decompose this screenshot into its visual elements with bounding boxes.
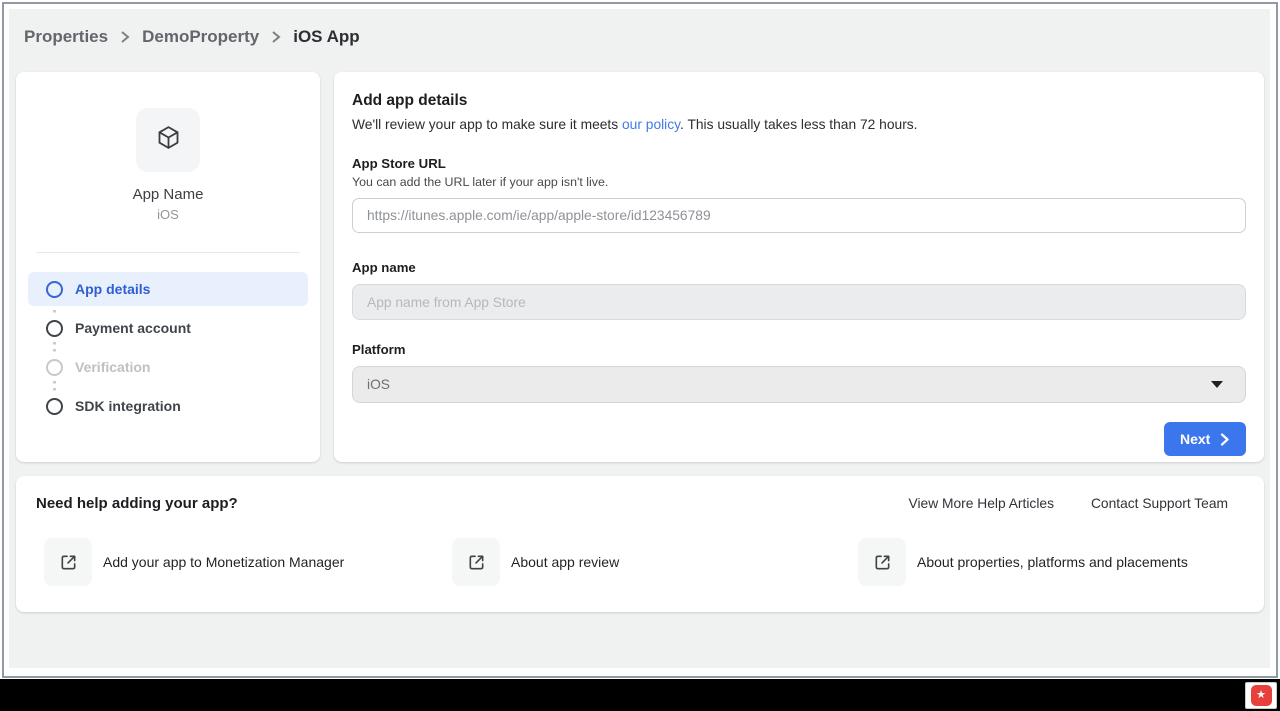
- platform-select-value: iOS: [367, 377, 390, 392]
- help-section: Need help adding your app? View More Hel…: [16, 476, 1264, 612]
- app-name-label: App name: [352, 260, 1246, 275]
- contact-support-team-link[interactable]: Contact Support Team: [1091, 496, 1228, 511]
- external-link-icon: [44, 538, 92, 586]
- setup-steps-nav: App details Payment account Verification…: [28, 272, 308, 423]
- help-article-label: Add your app to Monetization Manager: [103, 554, 344, 570]
- help-article-label: About properties, platforms and placemen…: [917, 554, 1188, 570]
- breadcrumb-item-current: iOS App: [293, 27, 359, 47]
- help-article-app-review[interactable]: About app review: [452, 538, 619, 586]
- step-radio-icon: [46, 281, 63, 298]
- step-label: SDK integration: [75, 398, 181, 414]
- step-radio-icon: [46, 359, 63, 376]
- step-radio-icon: [46, 398, 63, 415]
- chevron-right-icon: [270, 30, 282, 44]
- step-radio-icon: [46, 320, 63, 337]
- app-background: Properties DemoProperty iOS App: [9, 9, 1270, 668]
- app-name-text: App Name: [16, 186, 320, 203]
- caret-down-icon: [1211, 381, 1223, 388]
- step-payment-account[interactable]: Payment account: [28, 311, 308, 345]
- add-app-details-panel: Add app details We'll review your app to…: [334, 72, 1264, 462]
- help-article-label: About app review: [511, 554, 619, 570]
- app-summary-card: App Name iOS App details Payment account…: [16, 72, 320, 462]
- breadcrumb-item-properties[interactable]: Properties: [24, 27, 108, 47]
- app-store-url-helper: You can add the URL later if your app is…: [352, 175, 1246, 189]
- step-sdk-integration[interactable]: SDK integration: [28, 389, 308, 423]
- app-icon-placeholder: [136, 108, 200, 172]
- divider: [36, 252, 300, 253]
- external-link-icon: [858, 538, 906, 586]
- help-links: View More Help Articles Contact Support …: [909, 496, 1228, 511]
- review-notice-text: . This usually takes less than 72 hours.: [680, 117, 917, 132]
- app-platform-text: iOS: [16, 207, 320, 222]
- review-notice: We'll review your app to make sure it me…: [352, 117, 1246, 132]
- app-name-input: [352, 284, 1246, 320]
- chevron-right-icon: [1218, 433, 1231, 446]
- view-more-help-articles-link[interactable]: View More Help Articles: [909, 496, 1054, 511]
- step-verification: Verification: [28, 350, 308, 384]
- step-app-details[interactable]: App details: [28, 272, 308, 306]
- breadcrumb: Properties DemoProperty iOS App: [24, 27, 360, 47]
- app-store-url-input[interactable]: [352, 198, 1246, 233]
- step-label: App details: [75, 281, 150, 297]
- bottom-bar: ★: [0, 679, 1280, 711]
- our-policy-link[interactable]: our policy: [622, 117, 680, 132]
- form-actions: Next: [352, 422, 1246, 456]
- platform-label: Platform: [352, 342, 1246, 357]
- panel-title: Add app details: [352, 92, 1246, 110]
- star-icon: ★: [1251, 685, 1272, 706]
- browser-window: Properties DemoProperty iOS App: [2, 2, 1278, 678]
- cube-icon: [155, 124, 182, 156]
- platform-select[interactable]: iOS: [352, 366, 1246, 403]
- app-store-url-label: App Store URL: [352, 156, 1246, 171]
- extension-badge[interactable]: ★: [1245, 682, 1277, 709]
- help-header: Need help adding your app? View More Hel…: [16, 476, 1264, 512]
- chevron-right-icon: [119, 30, 131, 44]
- next-button-label: Next: [1180, 431, 1210, 447]
- step-label: Payment account: [75, 320, 191, 336]
- help-title: Need help adding your app?: [36, 495, 238, 512]
- help-article-properties-platforms[interactable]: About properties, platforms and placemen…: [858, 538, 1188, 586]
- step-label: Verification: [75, 359, 150, 375]
- external-link-icon: [452, 538, 500, 586]
- next-button[interactable]: Next: [1164, 422, 1246, 456]
- help-article-monetization-manager[interactable]: Add your app to Monetization Manager: [44, 538, 344, 586]
- breadcrumb-item-demoproperty[interactable]: DemoProperty: [142, 27, 259, 47]
- review-notice-text: We'll review your app to make sure it me…: [352, 117, 622, 132]
